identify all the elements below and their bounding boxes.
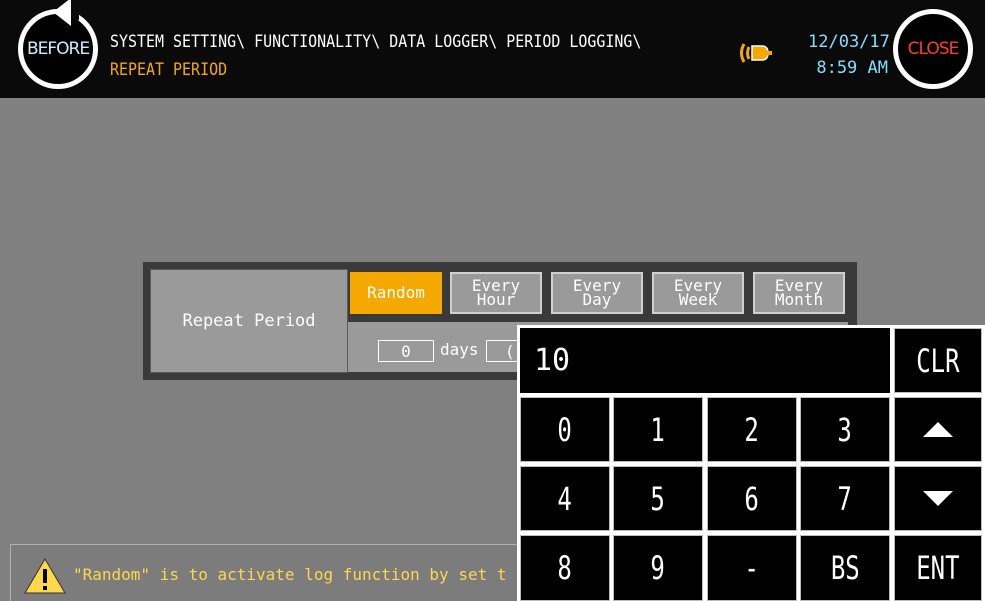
- down-key[interactable]: [894, 466, 982, 531]
- tab-every-week-line2: Week: [678, 290, 718, 309]
- numeric-keypad: 10 CLR 0 1 2 3 4 5 6 7 8 9 - BS ENT: [517, 325, 985, 601]
- header-bar: BEFORE SYSTEM SETTING\ FUNCTIONALITY\ DA…: [0, 0, 985, 98]
- message-text: "Random" is to activate log function by …: [73, 565, 507, 584]
- key-6-label: 6: [744, 479, 760, 518]
- time-display: 8:59 AM: [816, 58, 888, 78]
- key-1-label: 1: [650, 410, 666, 449]
- minus-key[interactable]: -: [707, 535, 797, 601]
- key-5[interactable]: 5: [613, 466, 703, 531]
- back-arrow-icon: [53, 0, 71, 26]
- key-8[interactable]: 8: [520, 535, 610, 601]
- keypad-display: 10: [520, 328, 890, 393]
- alarm-bell-icon[interactable]: [738, 40, 774, 70]
- close-label: CLOSE: [907, 39, 960, 59]
- tab-every-hour-line2: Hour: [476, 290, 516, 309]
- backspace-key[interactable]: BS: [800, 535, 890, 601]
- repeat-period-label: Repeat Period: [150, 269, 348, 373]
- tab-random[interactable]: Random: [350, 272, 442, 314]
- before-label: BEFORE: [26, 39, 90, 59]
- tab-every-month-line2: Month: [774, 290, 824, 309]
- days-value-field[interactable]: 0: [378, 340, 434, 362]
- key-7-label: 7: [837, 479, 853, 518]
- down-arrow-icon: [923, 491, 953, 506]
- page-title: REPEAT PERIOD: [110, 60, 228, 80]
- tab-every-hour[interactable]: Every Hour: [450, 272, 542, 314]
- key-9[interactable]: 9: [613, 535, 703, 601]
- message-bar: "Random" is to activate log function by …: [10, 544, 517, 601]
- enter-key[interactable]: ENT: [894, 535, 982, 601]
- up-key[interactable]: [894, 397, 982, 462]
- tab-random-label: Random: [367, 283, 425, 302]
- breadcrumb: SYSTEM SETTING\ FUNCTIONALITY\ DATA LOGG…: [110, 32, 642, 52]
- enter-key-label: ENT: [916, 549, 960, 587]
- key-0-label: 0: [557, 410, 573, 449]
- key-4-label: 4: [557, 479, 573, 518]
- key-3[interactable]: 3: [800, 397, 890, 462]
- clear-key[interactable]: CLR: [894, 328, 982, 393]
- tab-every-day[interactable]: Every Day: [551, 272, 643, 314]
- key-6[interactable]: 6: [707, 466, 797, 531]
- key-2[interactable]: 2: [707, 397, 797, 462]
- warning-icon: [23, 557, 67, 599]
- close-button[interactable]: CLOSE: [893, 9, 973, 89]
- before-button[interactable]: BEFORE: [18, 0, 98, 89]
- key-7[interactable]: 7: [800, 466, 890, 531]
- backspace-key-label: BS: [830, 549, 860, 587]
- key-0[interactable]: 0: [520, 397, 610, 462]
- key-8-label: 8: [557, 549, 573, 587]
- key-5-label: 5: [650, 479, 666, 518]
- date-display: 12/03/17: [808, 32, 890, 52]
- days-unit-label: days: [440, 340, 479, 359]
- up-arrow-icon: [923, 422, 953, 437]
- key-4[interactable]: 4: [520, 466, 610, 531]
- key-3-label: 3: [837, 410, 853, 449]
- tab-every-week[interactable]: Every Week: [652, 272, 744, 314]
- key-2-label: 2: [744, 410, 760, 449]
- tab-every-day-line2: Day: [582, 290, 612, 309]
- tab-every-month[interactable]: Every Month: [753, 272, 845, 314]
- key-9-label: 9: [650, 549, 666, 587]
- clear-key-label: CLR: [916, 341, 960, 380]
- key-1[interactable]: 1: [613, 397, 703, 462]
- minus-key-label: -: [744, 549, 760, 587]
